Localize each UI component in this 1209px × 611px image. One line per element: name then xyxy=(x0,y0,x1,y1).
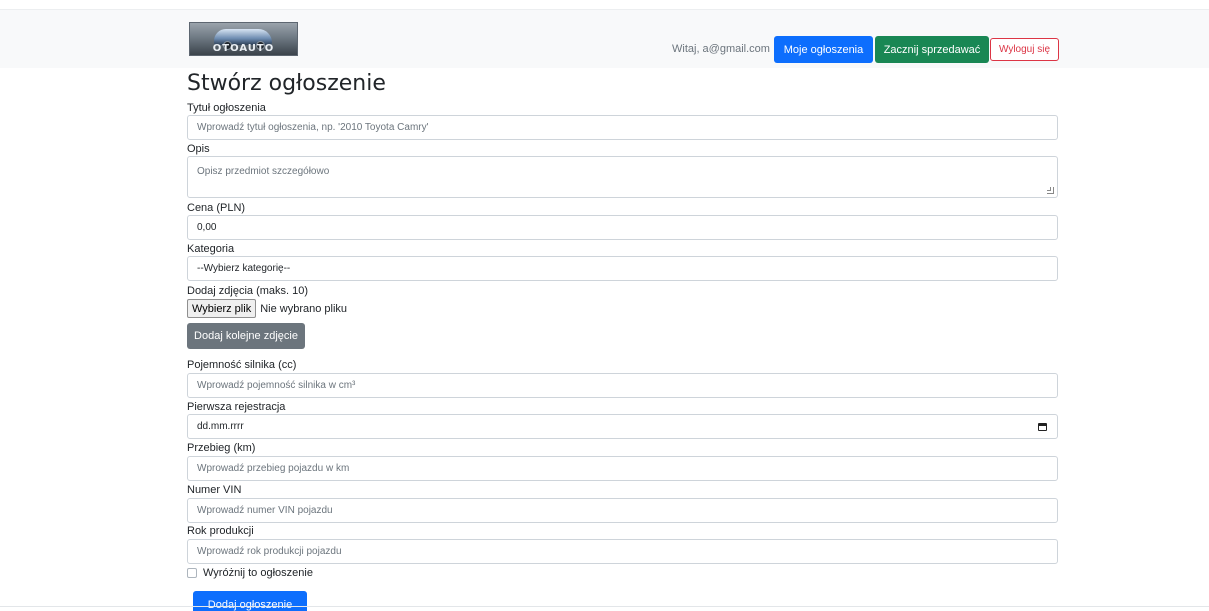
engine-label: Pojemność silnika (cc) xyxy=(187,359,297,371)
submit-listing-button[interactable]: Dodaj ogłoszenie xyxy=(193,591,307,611)
listing-title-input[interactable]: Wprowadź tytuł ogłoszenia, np. '2010 Toy… xyxy=(187,115,1058,140)
vin-label: Numer VIN xyxy=(187,484,242,496)
registration-date-input[interactable]: dd.mm.rrrr xyxy=(187,414,1058,439)
choose-file-button[interactable]: Wybierz plik xyxy=(187,299,257,318)
featured-checkbox[interactable] xyxy=(187,568,197,578)
calendar-icon[interactable] xyxy=(1038,423,1047,431)
user-greeting: Witaj, a@gmail.com xyxy=(672,43,770,55)
category-label: Kategoria xyxy=(187,243,235,255)
resize-handle-icon[interactable] xyxy=(1047,187,1054,194)
description-placeholder: Opisz przedmiot szczegółowo xyxy=(197,166,330,177)
file-status: Nie wybrano pliku xyxy=(260,302,348,315)
engine-input[interactable]: Wprowadź pojemność silnika w cm³ xyxy=(187,373,1058,398)
start-selling-button[interactable]: Zacznij sprzedawać xyxy=(875,36,989,63)
featured-label[interactable]: Wyróżnij to ogłoszenie xyxy=(203,567,313,579)
navbar: OTOAUTO Witaj, a@gmail.com Moje ogłoszen… xyxy=(0,9,1209,68)
year-input[interactable]: Wprowadź rok produkcji pojazdu xyxy=(187,539,1058,564)
description-textarea[interactable]: Opisz przedmiot szczegółowo xyxy=(187,156,1058,198)
category-select[interactable]: --Wybierz kategorię-- xyxy=(187,256,1058,281)
page-title: Stwórz ogłoszenie xyxy=(187,71,386,96)
price-input[interactable]: 0,00 xyxy=(187,215,1058,240)
logout-button[interactable]: Wyloguj się xyxy=(990,38,1059,61)
photos-label: Dodaj zdjęcia (maks. 10) xyxy=(187,285,309,297)
site-logo[interactable]: OTOAUTO xyxy=(189,22,298,56)
my-listings-button[interactable]: Moje ogłoszenia xyxy=(774,36,873,63)
price-label: Cena (PLN) xyxy=(187,202,246,214)
mileage-label: Przebieg (km) xyxy=(187,442,256,454)
registration-date-value: dd.mm.rrrr xyxy=(197,421,244,432)
file-input: Wybierz plik Nie wybrano pliku xyxy=(187,299,347,318)
vin-input[interactable]: Wprowadź numer VIN pojazdu xyxy=(187,498,1058,523)
featured-option: Wyróżnij to ogłoszenie xyxy=(187,567,313,579)
listing-title-label: Tytuł ogłoszenia xyxy=(187,102,266,114)
mileage-input[interactable]: Wprowadź przebieg pojazdu w km xyxy=(187,456,1058,481)
registration-label: Pierwsza rejestracja xyxy=(187,401,286,413)
logo-text: OTOAUTO xyxy=(212,43,275,54)
add-photo-button[interactable]: Dodaj kolejne zdjęcie xyxy=(187,323,305,349)
year-label: Rok produkcji xyxy=(187,525,254,537)
divider xyxy=(0,606,1209,607)
description-label: Opis xyxy=(187,143,210,155)
